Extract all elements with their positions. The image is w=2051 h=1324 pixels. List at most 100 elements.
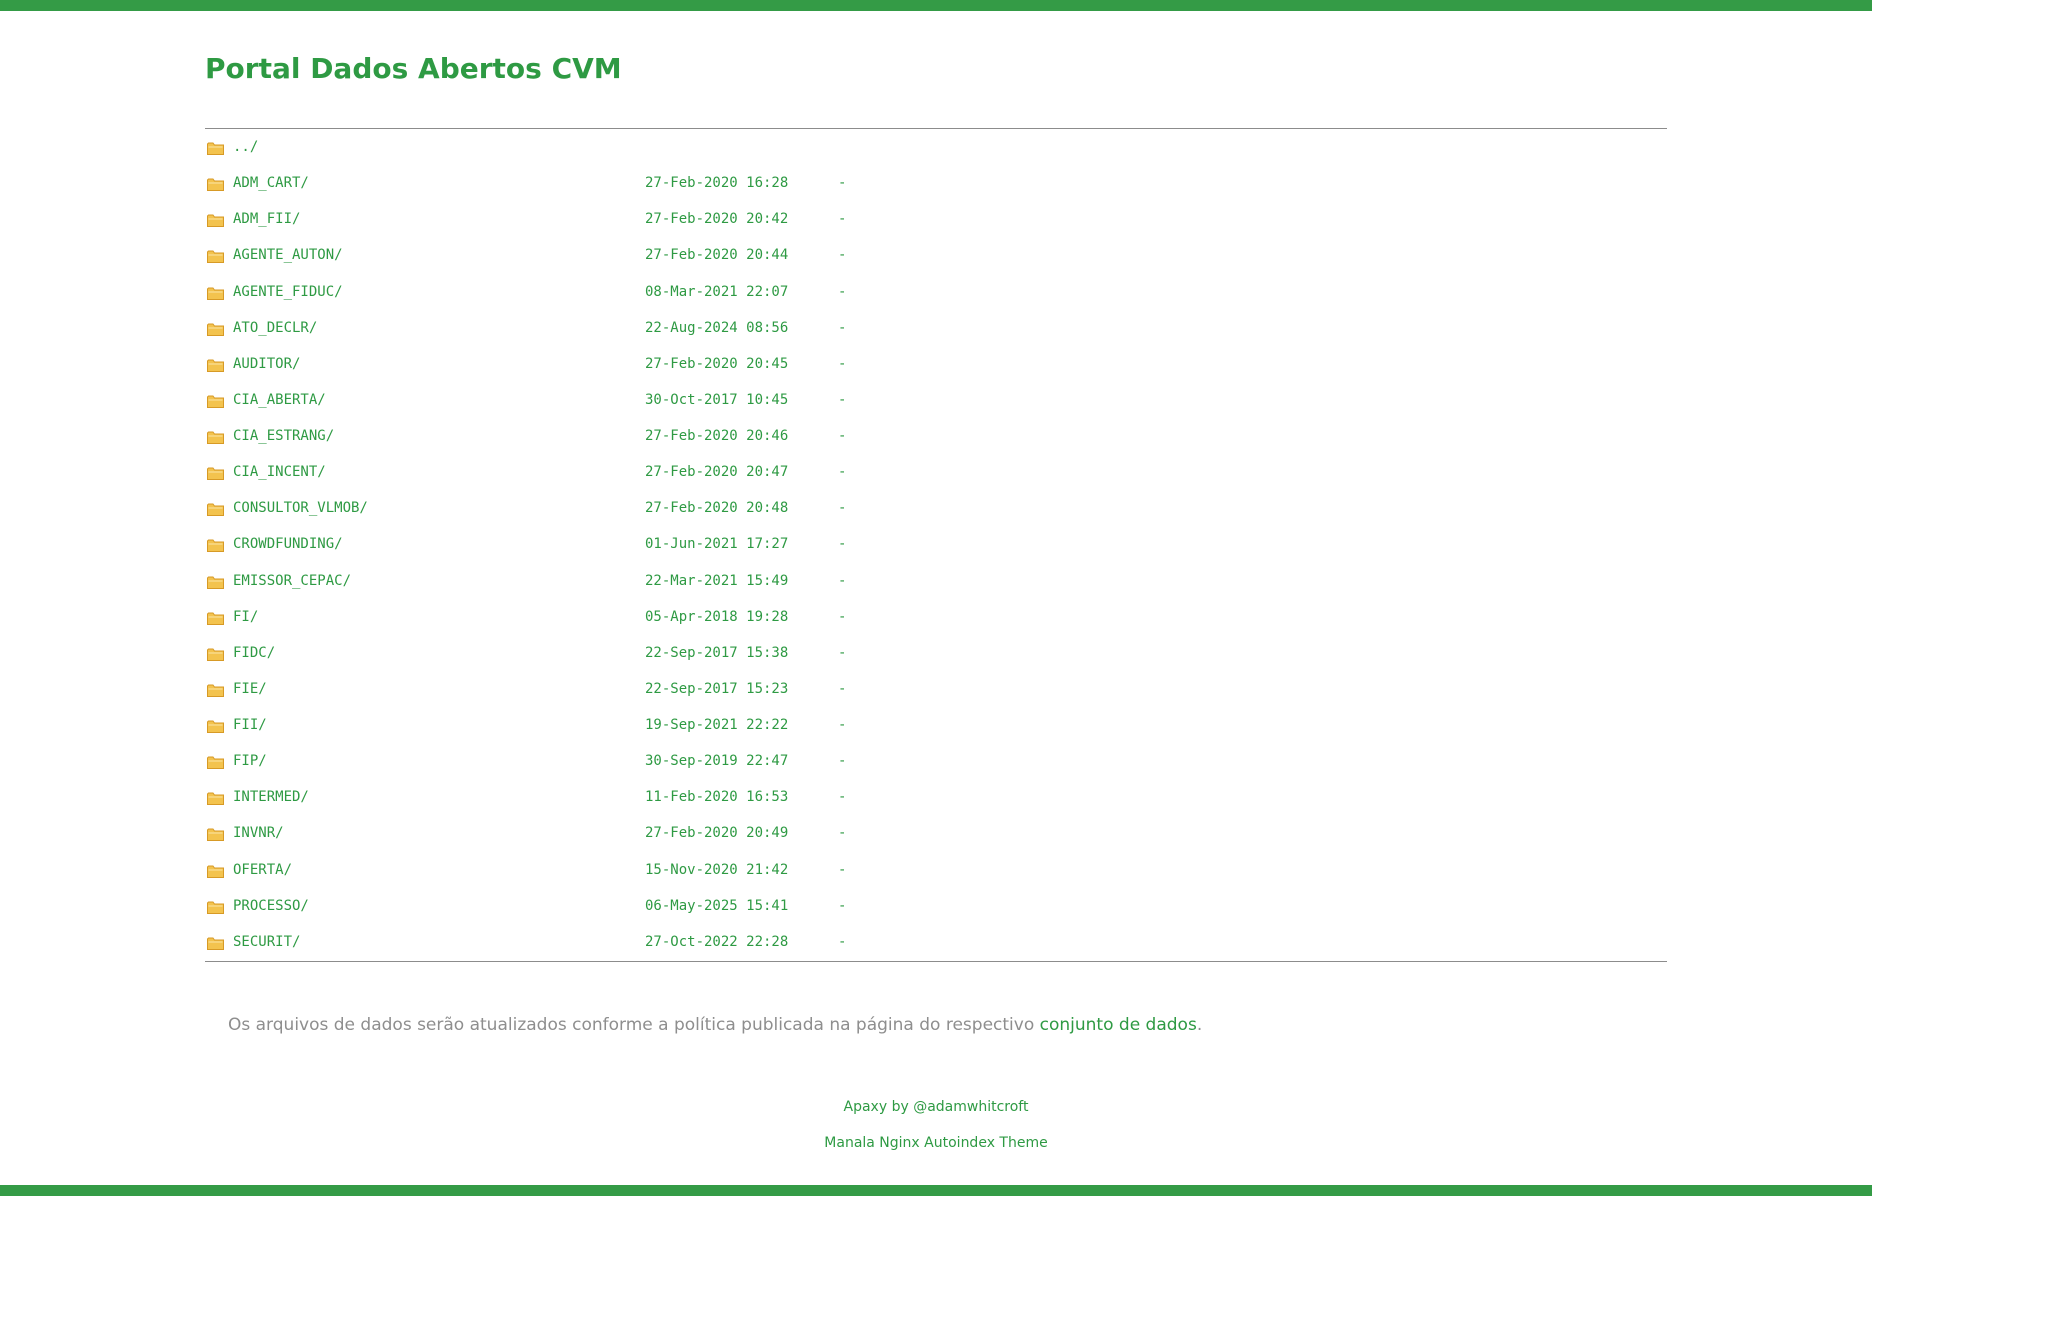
modified-date: 22-Mar-2021 15:49 (645, 572, 789, 589)
directory-link[interactable]: ADM_CART/ (233, 175, 309, 191)
folder-icon (207, 865, 224, 878)
list-item[interactable]: FII/19-Sep-2021 22:22 - (205, 708, 1667, 744)
list-item[interactable]: PROCESSO/06-May-2025 15:41 - (205, 889, 1667, 925)
modified-date: 11-Feb-2020 16:53 (645, 789, 789, 806)
update-notice-text: Os arquivos de dados serão atualizados c… (228, 1015, 1040, 1035)
apaxy-credit-link[interactable]: Apaxy by @adamwhitcroft (844, 1099, 1029, 1115)
dataset-link[interactable]: conjunto de dados (1040, 1015, 1197, 1035)
modified-date: 08-Mar-2021 22:07 (645, 283, 789, 300)
file-size: - (838, 861, 847, 878)
modified-date: 27-Feb-2020 20:47 (645, 464, 789, 481)
directory-listing: ../ ADM_CART/27-Feb-2020 16:28- ADM_FII/2… (205, 130, 1667, 961)
file-size: - (838, 753, 847, 770)
directory-link[interactable]: CIA_INCENT/ (233, 464, 326, 480)
directory-link[interactable]: AGENTE_FIDUC/ (233, 284, 343, 300)
update-notice: Os arquivos de dados serão atualizados c… (228, 1015, 1202, 1035)
modified-date: 27-Feb-2020 20:46 (645, 428, 789, 444)
directory-link[interactable]: FIE/ (233, 681, 267, 697)
folder-icon (207, 720, 224, 733)
folder-icon (207, 467, 224, 481)
folder-icon (207, 901, 224, 914)
list-item[interactable]: OFERTA/15-Nov-2020 21:42 - (205, 853, 1667, 889)
directory-link[interactable]: EMISSOR_CEPAC/ (233, 573, 351, 589)
folder-icon (207, 756, 224, 770)
folder-icon (207, 395, 224, 408)
directory-link[interactable]: ADM_FII/ (233, 211, 300, 227)
directory-link[interactable]: FI/ (233, 609, 258, 625)
folder-icon (207, 828, 224, 842)
list-item[interactable]: CONSULTOR_VLMOB/27-Feb-2020 20:48 - (205, 491, 1667, 527)
list-item[interactable]: INVNR/27-Feb-2020 20:49 - (205, 816, 1667, 852)
directory-link[interactable]: INVNR/ (233, 825, 284, 841)
update-notice-suffix: . (1196, 1015, 1203, 1035)
file-size: - (838, 825, 847, 842)
list-item[interactable]: CIA_ABERTA/30-Oct-2017 10:45 - (205, 383, 1667, 419)
list-item[interactable]: INTERMED/11-Feb-2020 16:53 - (205, 780, 1667, 816)
list-item[interactable]: FIDC/22-Sep-2017 15:38 - (205, 636, 1667, 672)
directory-link[interactable]: INTERMED/ (233, 789, 309, 805)
file-size: - (838, 536, 847, 553)
folder-icon (207, 250, 224, 264)
file-size: - (838, 175, 847, 192)
list-item[interactable]: ADM_CART/27-Feb-2020 16:28 - (205, 166, 1667, 202)
listing-top-divider (205, 128, 1667, 129)
modified-date: 27-Feb-2020 16:28 (645, 175, 789, 192)
list-item[interactable]: ADM_FII/27-Feb-2020 20:42 - (205, 202, 1667, 238)
list-item[interactable]: ATO_DECLR/22-Aug-2024 08:56 - (205, 311, 1667, 347)
folder-icon (207, 359, 224, 372)
modified-date: 01-Jun-2021 17:27 (645, 536, 789, 553)
directory-link[interactable]: FIDC/ (233, 645, 275, 661)
directory-link[interactable]: CONSULTOR_VLMOB/ (233, 500, 368, 516)
directory-link[interactable]: CIA_ESTRANG/ (233, 428, 334, 444)
folder-icon (207, 684, 224, 697)
listing-bottom-divider (205, 961, 1667, 962)
list-item[interactable]: FIP/30-Sep-2019 22:47 - (205, 744, 1667, 780)
directory-link[interactable]: PROCESSO/ (233, 898, 309, 914)
manala-theme-link[interactable]: Manala Nginx Autoindex Theme (824, 1135, 1047, 1151)
list-item[interactable]: FI/05-Apr-2018 19:28 - (205, 600, 1667, 636)
modified-date: 15-Nov-2020 21:42 (645, 861, 789, 878)
modified-date: 22-Sep-2017 15:38 (645, 644, 789, 661)
list-item[interactable]: SECURIT/27-Oct-2022 22:28 - (205, 925, 1667, 961)
folder-icon (207, 539, 224, 553)
file-size: - (838, 428, 847, 444)
list-item[interactable]: FIE/22-Sep-2017 15:23 - (205, 672, 1667, 708)
list-item[interactable]: CROWDFUNDING/01-Jun-2021 17:27 - (205, 527, 1667, 563)
modified-date: 05-Apr-2018 19:28 (645, 608, 789, 625)
file-size: - (838, 789, 847, 806)
list-item[interactable]: EMISSOR_CEPAC/22-Mar-2021 15:49 - (205, 564, 1667, 600)
folder-icon (207, 214, 224, 228)
directory-link[interactable]: SECURIT/ (233, 934, 300, 950)
directory-link[interactable]: AUDITOR/ (233, 356, 300, 372)
modified-date: 27-Oct-2022 22:28 (645, 933, 789, 950)
file-size: - (838, 572, 847, 589)
top-accent-bar (0, 0, 1872, 11)
modified-date: 30-Sep-2019 22:47 (645, 753, 789, 770)
file-size: - (838, 680, 847, 697)
list-item[interactable]: CIA_ESTRANG/27-Feb-2020 20:46 - (205, 419, 1667, 455)
list-item[interactable]: AGENTE_FIDUC/08-Mar-2021 22:07 - (205, 275, 1667, 311)
modified-date: 22-Sep-2017 15:23 (645, 680, 789, 697)
modified-date: 19-Sep-2021 22:22 (645, 717, 789, 733)
directory-link[interactable]: CIA_ABERTA/ (233, 392, 326, 408)
directory-link[interactable]: ATO_DECLR/ (233, 320, 317, 336)
folder-icon (207, 431, 224, 444)
file-size: - (838, 355, 847, 372)
file-size: - (838, 464, 847, 481)
parent-directory-link[interactable]: ../ (233, 139, 258, 155)
list-item-parent-directory[interactable]: ../ (205, 130, 1667, 166)
footer-credit-apaxy: Apaxy by @adamwhitcroft (0, 1099, 1872, 1115)
directory-link[interactable]: CROWDFUNDING/ (233, 536, 343, 552)
file-size: - (838, 211, 847, 228)
footer-credit-manala: Manala Nginx Autoindex Theme (0, 1135, 1872, 1151)
file-size: - (838, 897, 847, 914)
directory-link[interactable]: FII/ (233, 717, 267, 733)
directory-link[interactable]: AGENTE_AUTON/ (233, 247, 343, 263)
directory-link[interactable]: OFERTA/ (233, 862, 292, 878)
list-item[interactable]: AUDITOR/27-Feb-2020 20:45 - (205, 347, 1667, 383)
list-item[interactable]: AGENTE_AUTON/27-Feb-2020 20:44 - (205, 238, 1667, 274)
bottom-accent-bar (0, 1185, 1872, 1196)
file-size: - (838, 319, 847, 336)
list-item[interactable]: CIA_INCENT/27-Feb-2020 20:47 - (205, 455, 1667, 491)
directory-link[interactable]: FIP/ (233, 753, 267, 769)
